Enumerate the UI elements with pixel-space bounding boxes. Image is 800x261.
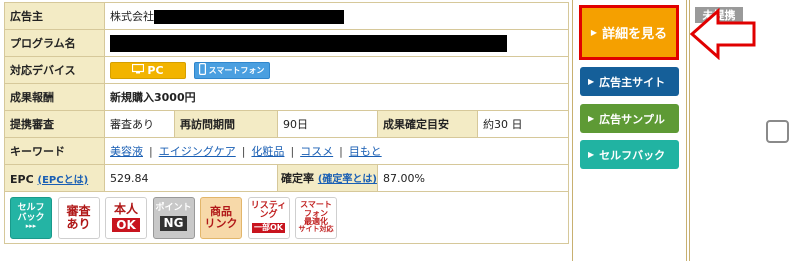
review-label: 提携審査 bbox=[4, 110, 105, 138]
keywords-value: 美容液 | エイジングケア | 化粧品 | コスメ | 目もと bbox=[104, 137, 569, 165]
epc-help-link[interactable]: (EPCとは) bbox=[38, 175, 89, 186]
keyword-link[interactable]: 化粧品 bbox=[251, 145, 284, 158]
advertiser-site-button[interactable]: ▶ 広告主サイト bbox=[580, 67, 679, 96]
keyword-link[interactable]: コスメ bbox=[300, 145, 333, 158]
advertiser-label: 広告主 bbox=[4, 2, 105, 30]
right-triangle-icon: ▶ bbox=[588, 77, 595, 86]
advertiser-value: 株式会社 bbox=[104, 2, 569, 30]
column-divider bbox=[686, 0, 687, 261]
right-triangle-icon: ▶ bbox=[588, 150, 595, 159]
keyword-link[interactable]: 目もと bbox=[349, 145, 382, 158]
smartphone-icon bbox=[198, 63, 206, 77]
devices-value: PC スマートフォン bbox=[104, 56, 569, 84]
epc-value: 529.84 bbox=[104, 164, 278, 192]
confirm-rate-value: 87.00% bbox=[377, 164, 569, 192]
confirm-time-label: 成果確定目安 bbox=[377, 110, 478, 138]
confirm-rate-help-link[interactable]: (確定率とは) bbox=[318, 174, 377, 185]
self-purchase-ok-badge: 本人 OK bbox=[105, 196, 147, 239]
review-required-badge: 審査 あり bbox=[57, 196, 100, 239]
program-badges: セルフ バック ▸▸▸ 審査 あり 本人 OK ポイント NG 商品 リンク リ… bbox=[4, 191, 569, 244]
confirm-rate-label: 確定率 bbox=[281, 172, 314, 185]
advertiser-prefix: 株式会社 bbox=[110, 10, 154, 23]
epc-label-cell: EPC (EPCとは) bbox=[4, 164, 105, 192]
keyword-link[interactable]: 美容液 bbox=[110, 145, 143, 158]
keywords-label: キーワード bbox=[4, 137, 105, 165]
review-value: 審査あり bbox=[104, 110, 175, 138]
listing-partial-ok-badge: リスティ ング 一部OK bbox=[247, 196, 290, 239]
smartphone-device-badge: スマートフォン bbox=[193, 61, 270, 79]
view-details-button[interactable]: ▶ 詳細を見る bbox=[579, 5, 679, 60]
monitor-icon bbox=[132, 63, 145, 77]
self-back-badge: セルフ バック ▸▸▸ bbox=[10, 196, 52, 239]
program-info-table: 広告主 株式会社 プログラム名 対応デバイス PC スマートフォン 成果報酬 新… bbox=[4, 2, 569, 244]
revisit-period-value: 90日 bbox=[277, 110, 378, 138]
ad-sample-button[interactable]: ▶ 広告サンプル bbox=[580, 104, 679, 133]
epc-label: EPC bbox=[10, 172, 34, 186]
select-checkbox[interactable] bbox=[766, 120, 789, 143]
self-back-button[interactable]: ▶ セルフバック bbox=[580, 140, 679, 169]
right-triangle-icon: ▶ bbox=[588, 114, 595, 123]
program-name-value bbox=[104, 29, 569, 57]
pc-device-badge: PC bbox=[110, 61, 186, 79]
smartphone-optimized-badge: スマート フォン 最適化 サイト対応 bbox=[295, 196, 337, 239]
reward-value: 新規購入3000円 bbox=[104, 83, 569, 111]
keyword-link[interactable]: エイジングケア bbox=[159, 145, 236, 158]
point-site-ng-badge: ポイント NG bbox=[152, 196, 195, 239]
red-arrow-icon bbox=[690, 8, 756, 60]
program-name-label: プログラム名 bbox=[4, 29, 105, 57]
right-triangle-icon: ▶ bbox=[590, 28, 598, 37]
devices-label: 対応デバイス bbox=[4, 56, 105, 84]
redacted-advertiser bbox=[154, 10, 344, 24]
revisit-period-label: 再訪問期間 bbox=[174, 110, 278, 138]
redacted-program-name bbox=[110, 34, 507, 52]
confirm-time-value: 約30 日 bbox=[477, 110, 569, 138]
product-link-badge: 商品 リンク bbox=[200, 196, 242, 239]
confirm-rate-label-cell: 確定率 (確定率とは) bbox=[277, 164, 378, 192]
reward-label: 成果報酬 bbox=[4, 83, 105, 111]
